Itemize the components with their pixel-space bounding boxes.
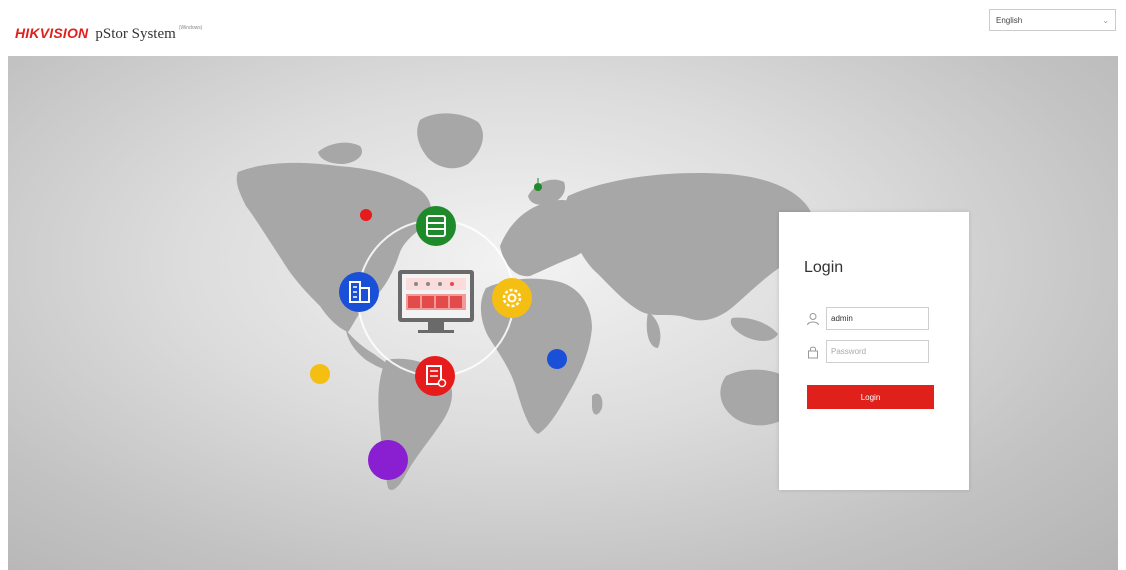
blue-dot: [547, 349, 567, 369]
language-select-value: English: [996, 15, 1023, 25]
username-row: [806, 307, 929, 330]
user-icon: [807, 312, 819, 325]
login-title: Login: [804, 259, 844, 276]
database-icon: [416, 206, 456, 246]
language-select[interactable]: English ⌄: [989, 9, 1116, 31]
purple-dot: [368, 440, 408, 480]
top-bar: HIKVISION pStor System (Windows) English…: [0, 0, 1126, 56]
green-dot: [534, 183, 542, 191]
gear-icon: [492, 278, 532, 318]
lock-icon: [808, 346, 818, 358]
login-button[interactable]: Login: [807, 385, 934, 409]
password-row: [806, 340, 929, 363]
document-icon: [415, 356, 455, 396]
password-input[interactable]: [826, 340, 929, 363]
chevron-down-icon: ⌄: [1102, 15, 1109, 25]
red-dot: [360, 209, 372, 221]
product-edition: (Windows): [178, 25, 203, 31]
building-icon: [339, 272, 379, 312]
login-panel: Login Login: [779, 212, 969, 490]
brand: HIKVISION pStor System (Windows): [15, 25, 202, 43]
product-name: pStor System: [95, 26, 176, 42]
monitor-icon: [398, 270, 474, 333]
yellow-dot: [310, 364, 330, 384]
username-input[interactable]: [826, 307, 929, 330]
brand-logo: HIKVISION: [15, 25, 89, 41]
